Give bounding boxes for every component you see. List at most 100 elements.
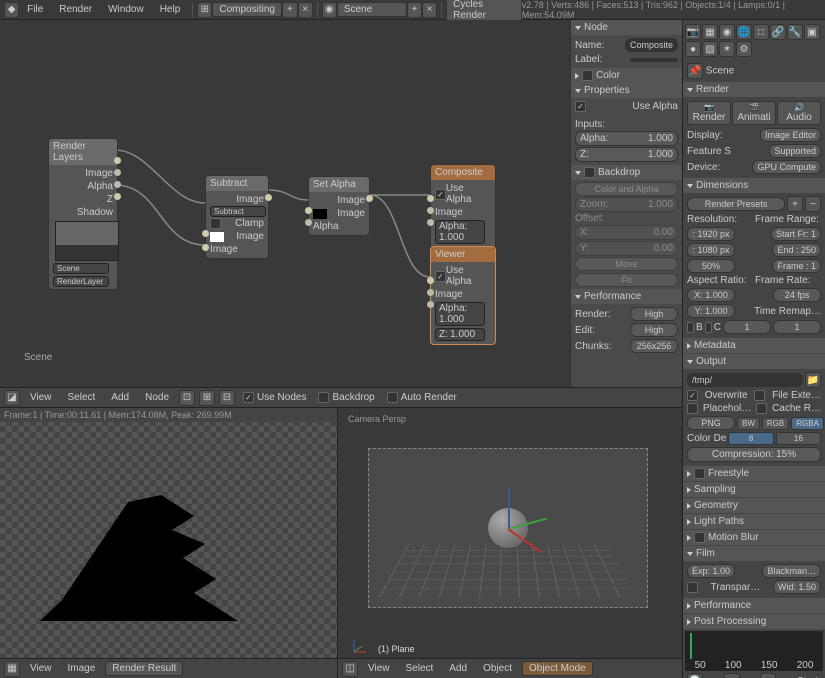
panel-dimensions[interactable]: Dimensions (683, 178, 825, 193)
exposure[interactable]: Exp: 1.00 (687, 564, 735, 578)
panel-output[interactable]: Output (683, 354, 825, 369)
tree-type3-icon[interactable]: ⊟ (219, 390, 235, 406)
context-constraint-icon[interactable]: 🔗 (770, 24, 786, 40)
menu-node[interactable]: Node (139, 392, 175, 403)
cache-check[interactable] (756, 403, 767, 414)
node-name-field[interactable]: Composite (625, 38, 678, 52)
layout-icon[interactable]: ⊞ (197, 2, 212, 18)
panel-render[interactable]: Render (683, 82, 825, 97)
context-physics-icon[interactable]: ⚙ (736, 41, 752, 57)
scene-field[interactable]: Scene (53, 263, 109, 274)
editor-type-icon[interactable]: ◪ (4, 390, 20, 406)
depth-8[interactable]: 8 (728, 432, 773, 445)
context-modifier-icon[interactable]: 🔧 (787, 24, 803, 40)
tree-type-icon[interactable]: ⊡ (179, 390, 195, 406)
panel-light-paths[interactable]: Light Paths (683, 514, 825, 529)
gizmo-z[interactable] (508, 488, 510, 528)
offset-x[interactable]: X:0.00 (575, 225, 678, 240)
menu-help[interactable]: Help (152, 4, 189, 15)
context-world-icon[interactable]: 🌐 (736, 24, 752, 40)
aspect-x[interactable]: X: 1.000 (687, 288, 735, 302)
vp-menu-add[interactable]: Add (443, 663, 473, 674)
blender-icon[interactable]: ◆ (4, 2, 19, 18)
perf-chunks[interactable]: 256x256 (630, 339, 678, 353)
compression-field[interactable]: Compression: 15% (687, 447, 821, 462)
context-texture-icon[interactable]: ▨ (702, 41, 718, 57)
overwrite-check[interactable] (687, 390, 698, 401)
move-btn[interactable]: Move (575, 257, 678, 271)
panel-performance2[interactable]: Performance (683, 598, 825, 613)
panel-metadata[interactable]: Metadata (683, 338, 825, 353)
scene-icon[interactable]: ◉ (322, 2, 337, 18)
color-alpha-btn[interactable]: Color and Alpha (575, 182, 678, 196)
fit-btn[interactable]: Fit (575, 273, 678, 287)
viewer-use-alpha[interactable] (435, 271, 446, 282)
backdrop-check[interactable] (318, 392, 329, 403)
vp-menu-select[interactable]: Select (400, 663, 440, 674)
transparent-check[interactable] (687, 582, 698, 593)
vp-menu-object[interactable]: Object (477, 663, 518, 674)
res-pct[interactable]: 50% (687, 259, 735, 273)
z-input[interactable]: Z:1.000 (575, 147, 678, 162)
zoom-field[interactable]: Zoom:1.000 (575, 197, 678, 212)
folder-icon[interactable]: 📁 (805, 372, 821, 388)
render-btn[interactable]: 📷Render (687, 101, 731, 125)
context-material-icon[interactable]: ● (685, 41, 701, 57)
context-layers-icon[interactable]: ▦ (702, 24, 718, 40)
output-path[interactable]: /tmp/ (687, 373, 803, 387)
depth-16[interactable]: 16 (776, 432, 821, 445)
mode-selector[interactable]: Object Mode (522, 661, 593, 676)
res-y[interactable]: : 1080 px (687, 243, 735, 257)
preset-add[interactable]: + (787, 196, 803, 212)
old-field[interactable]: 1 (723, 320, 771, 334)
menu-window[interactable]: Window (100, 4, 152, 15)
start-frame[interactable]: Start Fr: 1 (771, 227, 821, 241)
rgba-btn[interactable]: RGBA (791, 417, 824, 430)
auto-render-check[interactable] (387, 392, 398, 403)
fps[interactable]: 24 fps (773, 288, 821, 302)
layout-del[interactable]: × (298, 2, 313, 18)
frame-step[interactable]: Frame : 1 (772, 259, 821, 273)
img-menu-view[interactable]: View (24, 663, 58, 674)
blend-mode[interactable]: Subtract (210, 206, 266, 217)
use-nodes-check[interactable] (243, 392, 254, 403)
img-menu-image[interactable]: Image (62, 663, 102, 674)
viewport-3d[interactable]: Camera Persp (1) Plane ◫ View Select Add (338, 408, 682, 678)
node-set-alpha[interactable]: Set Alpha Image Image Alpha (308, 176, 370, 236)
rgb-btn[interactable]: RGB (762, 417, 789, 430)
feature-set[interactable]: Supported (769, 144, 821, 158)
panel-post[interactable]: Post Processing (683, 614, 825, 629)
play-icon[interactable]: ▶ (760, 673, 776, 678)
panel-geometry[interactable]: Geometry (683, 498, 825, 513)
placeholder-check[interactable] (687, 403, 698, 414)
menu-add[interactable]: Add (105, 392, 135, 403)
layout-selector[interactable]: Compositing (212, 2, 282, 17)
timeline-icon[interactable]: 🕐 (687, 673, 703, 678)
bw-btn[interactable]: BW (737, 417, 760, 430)
end-frame[interactable]: End : 250 (772, 243, 821, 257)
alpha-input[interactable]: Alpha:1.000 (575, 131, 678, 146)
menu-file[interactable]: File (19, 4, 51, 15)
perf-edit[interactable]: High (630, 323, 678, 337)
panel-motion-blur[interactable]: Motion Blur (683, 530, 825, 545)
context-data-icon[interactable]: ▣ (804, 24, 820, 40)
comp-use-alpha[interactable] (435, 189, 446, 200)
aspect-y[interactable]: Y: 1.000 (687, 304, 735, 318)
view3d-icon[interactable]: ◫ (342, 661, 358, 677)
pixel-filter[interactable]: Blackman… (762, 564, 821, 578)
tree-type2-icon[interactable]: ⊞ (199, 390, 215, 406)
scene-add[interactable]: + (407, 2, 422, 18)
context-render-icon[interactable]: 📷 (685, 24, 701, 40)
preset-del[interactable]: − (805, 196, 821, 212)
device-select[interactable]: GPU Compute (752, 160, 821, 174)
fileext-check[interactable] (754, 390, 765, 401)
use-alpha-check[interactable] (575, 101, 586, 112)
menu-select[interactable]: Select (62, 392, 102, 403)
img-selector[interactable]: Render Result (105, 661, 183, 676)
play-start-icon[interactable]: ⏮ (724, 673, 740, 678)
node-subtract[interactable]: Subtract Image Subtract Clamp Image Imag… (205, 175, 269, 259)
context-scene-icon[interactable]: ◉ (719, 24, 735, 40)
context-particle-icon[interactable]: ✶ (719, 41, 735, 57)
menu-view[interactable]: View (24, 392, 58, 403)
clamp-check[interactable] (210, 218, 221, 229)
